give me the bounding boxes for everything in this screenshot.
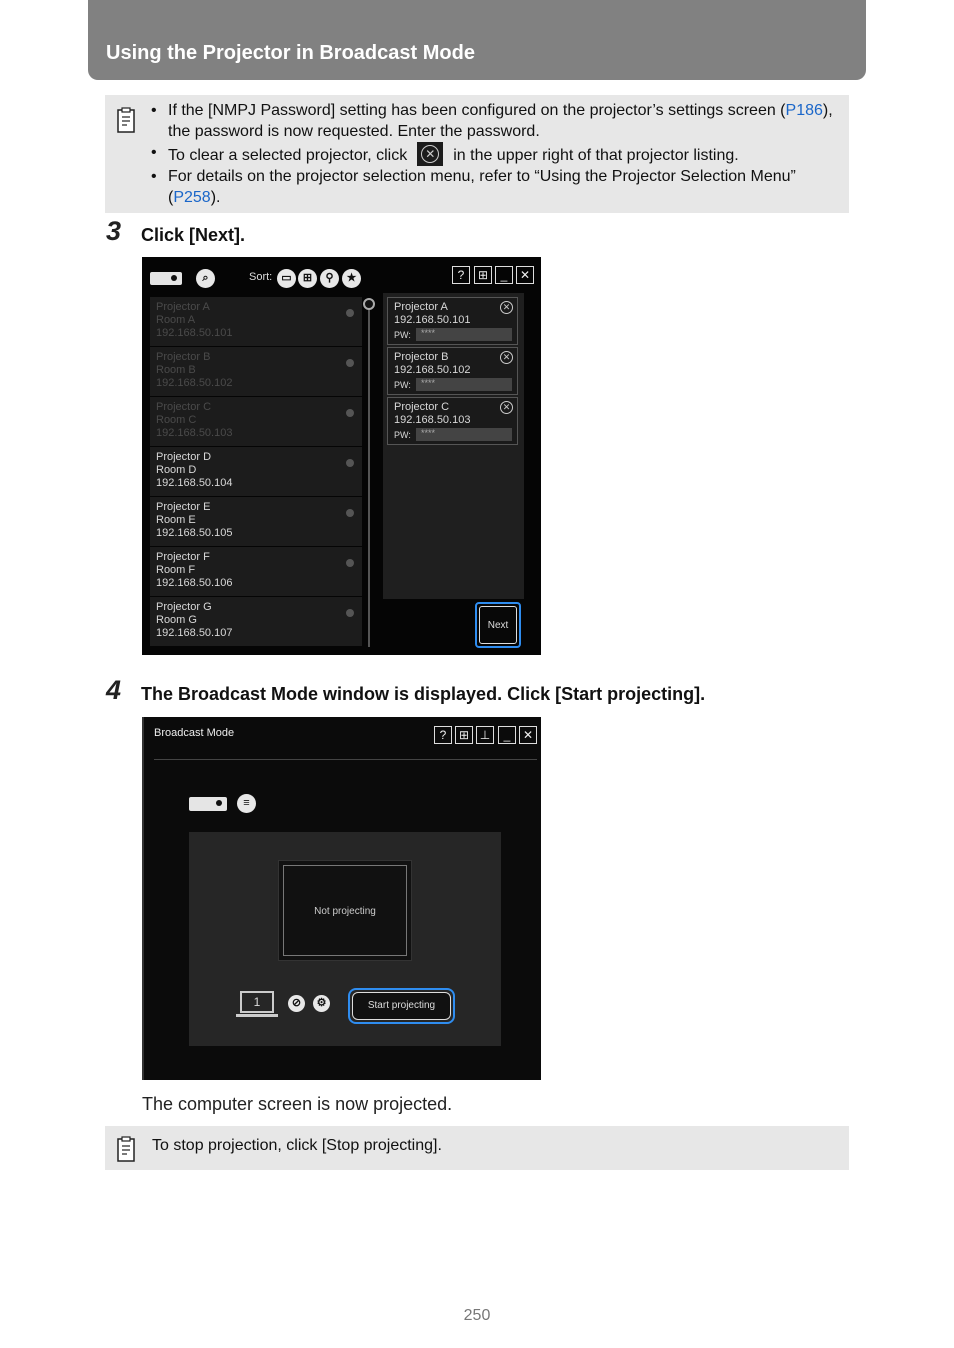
- layout-button[interactable]: ⊞: [474, 266, 492, 284]
- status-icon: [346, 409, 354, 417]
- preview-area: Not projecting: [278, 860, 412, 961]
- broadcast-panel: Not projecting 1 ⊘ ⚙ Start projecting: [189, 832, 501, 1046]
- selected-projector-card[interactable]: Projector A 192.168.50.101 ✕ PW: ****: [387, 297, 518, 345]
- broadcast-mode-screenshot: Broadcast Mode ? ⊞ ⊥ _ ✕ ≡ Not projectin…: [142, 717, 541, 1080]
- password-field[interactable]: ****: [416, 378, 512, 391]
- status-icon: [346, 609, 354, 617]
- selected-projector-card[interactable]: Projector B 192.168.50.102 ✕ PW: ****: [387, 347, 518, 395]
- minimize-button[interactable]: _: [498, 726, 516, 744]
- help-button[interactable]: ?: [452, 266, 470, 284]
- list-item[interactable]: Projector E Room E 192.168.50.105: [150, 497, 362, 546]
- projector-icon: [189, 797, 227, 811]
- password-field[interactable]: ****: [416, 428, 512, 441]
- step-number: 3: [106, 216, 122, 246]
- password-field[interactable]: ****: [416, 328, 512, 341]
- step-instruction: Click [Next].: [141, 225, 246, 245]
- divider: [154, 759, 537, 760]
- status-icon: [346, 359, 354, 367]
- no-audio-icon[interactable]: ⊘: [288, 995, 305, 1012]
- minimize-button[interactable]: _: [495, 266, 513, 284]
- monitor-icon: 1: [240, 991, 274, 1013]
- clear-x-icon[interactable]: ✕: [500, 301, 513, 314]
- memo-note: If the [NMPJ Password] setting has been …: [105, 95, 849, 213]
- list-item[interactable]: Projector C Room C 192.168.50.103: [150, 397, 362, 446]
- caption-text: The computer screen is now projected.: [142, 1094, 453, 1114]
- list-icon[interactable]: ≡: [237, 794, 256, 813]
- note-bullets: If the [NMPJ Password] setting has been …: [151, 100, 841, 208]
- sort-favorite-icon[interactable]: ★: [342, 269, 361, 288]
- sort-network-icon[interactable]: ⊞: [298, 269, 317, 288]
- status-icon: [346, 509, 354, 517]
- note-bullet: If the [NMPJ Password] setting has been …: [151, 100, 841, 142]
- download-button[interactable]: ⊥: [476, 726, 494, 744]
- list-item[interactable]: Projector A Room A 192.168.50.101: [150, 297, 362, 346]
- list-item[interactable]: Projector F Room F 192.168.50.106: [150, 547, 362, 596]
- page-number: 250: [463, 1307, 491, 1324]
- projector-selection-screenshot: ⌕ Sort: ▭ ⊞ ⚲ ★ ? ⊞ _ ✕ Projector A Room …: [142, 257, 541, 655]
- monitor-base: [236, 1014, 278, 1017]
- window-title: Broadcast Mode: [154, 727, 235, 739]
- clear-x-icon[interactable]: ✕: [500, 401, 513, 414]
- clear-x-icon[interactable]: ✕: [500, 351, 513, 364]
- status-icon: [346, 459, 354, 467]
- memo-note: To stop projection, click [Stop projecti…: [105, 1126, 849, 1170]
- close-button[interactable]: ✕: [519, 726, 537, 744]
- settings-icon[interactable]: ⚙: [313, 995, 330, 1012]
- status-icon: [346, 309, 354, 317]
- clear-x-icon: ✕: [417, 142, 444, 166]
- section-title: Using the Projector in Broadcast Mode: [106, 42, 475, 64]
- step-number: 4: [106, 675, 122, 705]
- projector-list: Projector A Room A 192.168.50.101 Projecto…: [150, 297, 362, 647]
- search-icon[interactable]: ⌕: [196, 269, 215, 288]
- list-item[interactable]: Projector B Room B 192.168.50.102: [150, 347, 362, 396]
- close-button[interactable]: ✕: [516, 266, 534, 284]
- projector-icon: [150, 272, 182, 285]
- help-button[interactable]: ?: [434, 726, 452, 744]
- start-projecting-button[interactable]: Start projecting: [348, 988, 455, 1024]
- page-link-p258[interactable]: P258: [173, 189, 210, 206]
- note-text: To stop projection, click [Stop projecti…: [152, 1137, 442, 1154]
- section-header: Using the Projector in Broadcast Mode: [88, 0, 866, 80]
- step-instruction: The Broadcast Mode window is displayed. …: [141, 684, 706, 704]
- sort-label: Sort:: [249, 271, 273, 283]
- memo-icon: [117, 1136, 135, 1162]
- list-item[interactable]: Projector G Room G 192.168.50.107: [150, 597, 362, 646]
- memo-icon: [117, 107, 135, 133]
- selected-projectors-panel: Projector A 192.168.50.101 ✕ PW: **** Pro…: [383, 293, 524, 599]
- note-bullet: For details on the projector selection m…: [151, 166, 841, 208]
- status-icon: [346, 559, 354, 567]
- page-link-p186[interactable]: P186: [786, 102, 823, 119]
- note-bullet: To clear a selected projector, click✕in …: [151, 142, 841, 166]
- next-button[interactable]: Next: [475, 602, 521, 648]
- selected-projector-card[interactable]: Projector C 192.168.50.103 ✕ PW: ****: [387, 397, 518, 445]
- scrollbar-track[interactable]: [368, 301, 370, 647]
- scrollbar-handle[interactable]: [363, 298, 375, 310]
- sort-projector-icon[interactable]: ▭: [277, 269, 296, 288]
- list-item[interactable]: Projector D Room D 192.168.50.104: [150, 447, 362, 496]
- layout-button[interactable]: ⊞: [455, 726, 473, 744]
- sort-connection-icon[interactable]: ⚲: [320, 269, 339, 288]
